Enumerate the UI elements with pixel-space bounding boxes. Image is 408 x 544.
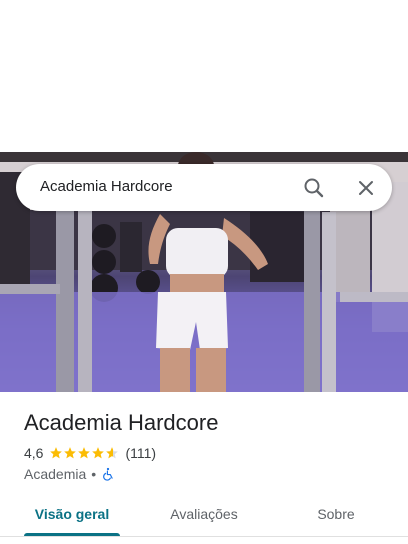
star-rating [49, 446, 119, 460]
close-icon[interactable] [354, 176, 378, 200]
place-category: Academia [24, 466, 87, 482]
search-input[interactable]: Academia Hardcore [40, 178, 173, 195]
place-title: Academia Hardcore [24, 410, 219, 435]
star-icon [78, 447, 91, 459]
star-icon [64, 447, 77, 459]
rating-row[interactable]: 4,6 (111) [24, 444, 156, 462]
half-star-icon [106, 447, 119, 459]
place-meta: Academia • [24, 465, 115, 483]
empty-top-area [0, 0, 408, 152]
tabs-divider [0, 536, 408, 537]
star-icon [92, 447, 105, 459]
rating-value: 4,6 [24, 445, 44, 461]
search-bar[interactable]: Academia Hardcore [16, 164, 392, 211]
search-icon[interactable] [302, 176, 326, 200]
separator-dot: • [91, 466, 97, 482]
tab-about[interactable]: Sobre [284, 492, 388, 536]
place-tabs: Visão geral Avaliações Sobre [0, 492, 408, 544]
wheelchair-icon [103, 467, 113, 481]
review-count[interactable]: (111) [125, 445, 156, 461]
tab-reviews[interactable]: Avaliações [152, 492, 256, 536]
star-icon [50, 447, 63, 459]
tab-overview[interactable]: Visão geral [20, 492, 124, 536]
